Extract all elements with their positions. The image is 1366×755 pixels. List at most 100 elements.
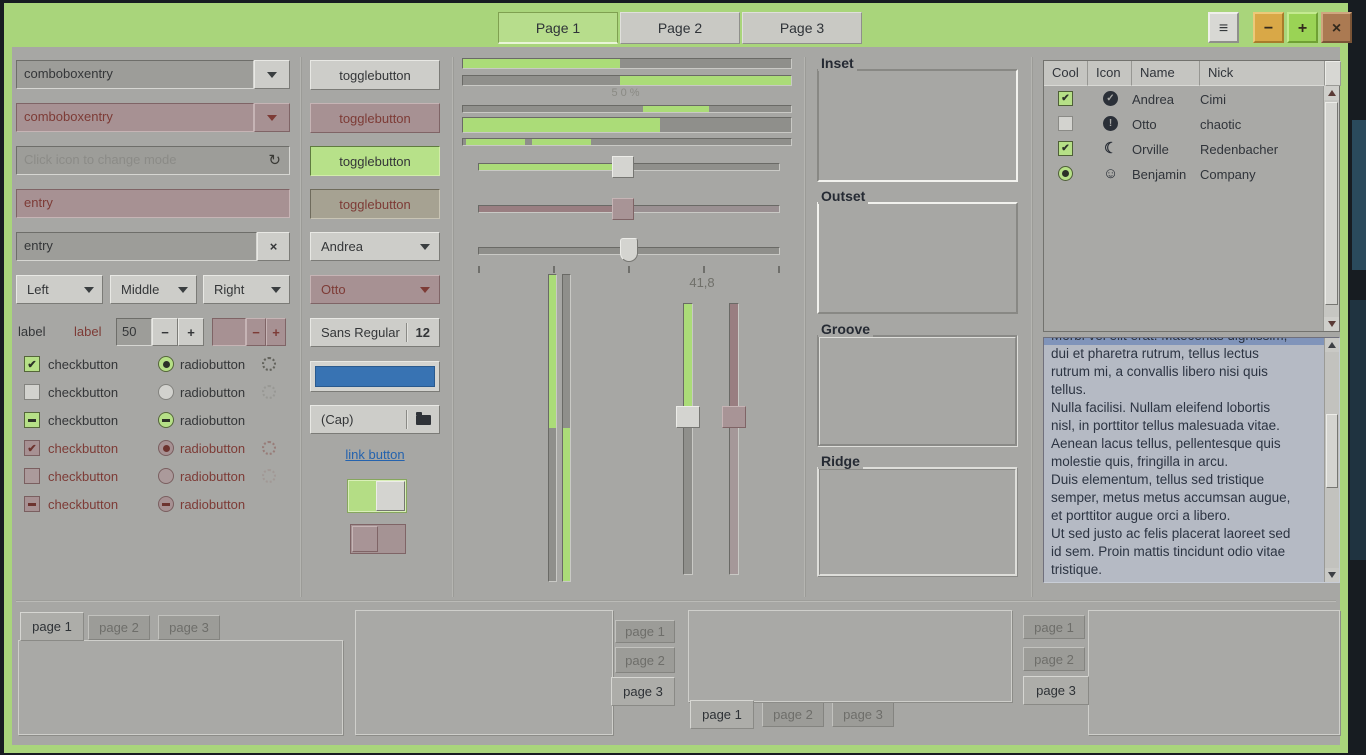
tree-cell-nick[interactable]: chaotic <box>1200 112 1241 137</box>
checkbox-unchecked[interactable] <box>24 384 40 400</box>
clear-entry-button[interactable]: × <box>257 232 290 261</box>
folder-icon <box>416 415 431 425</box>
vscale-disabled <box>722 303 746 575</box>
minimize-button[interactable]: − <box>1253 12 1284 43</box>
link-button[interactable]: link button <box>310 447 440 462</box>
titlebar-tab-page2[interactable]: Page 2 <box>620 12 740 44</box>
maximize-button[interactable]: + <box>1287 12 1318 43</box>
spinbutton-text: 50 <box>117 319 151 344</box>
text-line: dui et pharetra rutrum, tellus lectus <box>1044 345 1324 363</box>
plus-icon: + <box>187 325 195 340</box>
tree-cell-name[interactable]: Otto <box>1132 112 1157 137</box>
tree-column-header-nick[interactable]: Nick <box>1200 61 1325 86</box>
tree-cell-name[interactable]: Andrea <box>1132 87 1174 112</box>
comboboxentry-dropdown-button[interactable] <box>254 60 290 89</box>
radio-unselected[interactable] <box>158 384 174 400</box>
tree-radio-selected[interactable] <box>1058 166 1073 181</box>
hscale-marks[interactable] <box>478 238 780 262</box>
titlebar-tab-page3[interactable]: Page 3 <box>742 12 862 44</box>
treeview: Cool Icon Name Nick ✔ ✓ Andrea Cimi ! Ot… <box>1043 60 1340 332</box>
hscale-shield-knob[interactable] <box>620 238 638 262</box>
combobox-right[interactable]: Right <box>203 275 290 304</box>
checkbox-checked[interactable]: ✔ <box>24 356 40 372</box>
notebook1-tab-page3[interactable]: page 3 <box>158 615 220 640</box>
notebook3-tab-page1[interactable]: page 1 <box>690 700 754 729</box>
textview-scrollbar[interactable] <box>1324 338 1339 582</box>
tree-cell-name[interactable]: Benjamin <box>1132 162 1186 187</box>
desktop-fragment <box>1352 120 1366 270</box>
tree-column-header-cool[interactable]: Cool <box>1044 61 1088 86</box>
refresh-icon[interactable]: ↻ <box>268 151 281 169</box>
vscale[interactable] <box>676 303 700 575</box>
scroll-up-button[interactable] <box>1324 86 1339 100</box>
scroll-down-button[interactable] <box>1325 568 1339 582</box>
plus-icon: + <box>272 325 280 340</box>
tree-scrollbar-header <box>1325 61 1341 86</box>
entry-placeholder: Click icon to change mode <box>17 147 289 173</box>
file-chooser-button[interactable]: (Cap) <box>310 405 440 434</box>
notebook2-tab-page3[interactable]: page 3 <box>611 677 675 706</box>
entry-with-clear[interactable]: entry <box>16 232 257 261</box>
check-icon: ✔ <box>27 442 36 455</box>
tree-cell-name[interactable]: Orville <box>1132 137 1169 162</box>
tree-column-header-icon[interactable]: Icon <box>1088 61 1132 86</box>
spin-minus-button-disabled: − <box>246 318 266 346</box>
titlebar-tab-page1[interactable]: Page 1 <box>498 12 618 44</box>
menu-button[interactable]: ≡ <box>1208 12 1239 43</box>
notebook2-tab-page2[interactable]: page 2 <box>615 647 675 673</box>
progress-fill <box>466 139 525 145</box>
switch-on[interactable] <box>347 479 407 513</box>
color-button[interactable] <box>310 361 440 392</box>
font-button[interactable]: Sans Regular 12 <box>310 318 440 347</box>
tree-cell-nick[interactable]: Cimi <box>1200 87 1226 112</box>
hscale[interactable] <box>478 155 780 179</box>
vscale-value-label: 41,8 <box>652 275 752 290</box>
tree-column-header-name[interactable]: Name <box>1132 61 1200 86</box>
textview[interactable]: Morbi vel elit erat. Maecenas dignissim,… <box>1043 337 1340 583</box>
notebook2-tab-page1[interactable]: page 1 <box>615 620 675 643</box>
chevron-down-icon <box>420 287 430 293</box>
togglebutton-active[interactable]: togglebutton <box>310 146 440 176</box>
spinbutton-value[interactable]: 50 <box>116 318 152 346</box>
frame-ridge <box>817 467 1018 577</box>
combobox-value: Otto <box>311 282 420 297</box>
vscale-trough[interactable] <box>683 303 693 575</box>
spin-plus-button[interactable]: + <box>178 318 204 346</box>
scrollbar-thumb[interactable] <box>1326 414 1338 488</box>
tree-checkbox-unchecked[interactable] <box>1058 116 1073 131</box>
spin-minus-button[interactable]: − <box>152 318 178 346</box>
tree-cell-nick[interactable]: Company <box>1200 162 1256 187</box>
radiobutton-label-disabled: radiobutton <box>180 497 245 512</box>
combobox-left[interactable]: Left <box>16 275 103 304</box>
scroll-up-button[interactable] <box>1325 338 1339 352</box>
notebook3-tab-page2[interactable]: page 2 <box>762 702 824 727</box>
combobox-andrea[interactable]: Andrea <box>310 232 440 261</box>
radio-mixed[interactable] <box>158 412 174 428</box>
tree-checkbox-checked[interactable]: ✔ <box>1058 141 1073 156</box>
notebook3-tab-page3[interactable]: page 3 <box>832 702 894 727</box>
notebook4-tab-page1[interactable]: page 1 <box>1023 615 1085 639</box>
icon-entry[interactable]: Click icon to change mode ↻ <box>16 146 290 175</box>
comboboxentry-input[interactable]: comboboxentry <box>16 60 254 89</box>
notebook4-tab-page2[interactable]: page 2 <box>1023 647 1085 671</box>
check-icon: ✔ <box>27 358 36 371</box>
tree-cell-nick[interactable]: Redenbacher <box>1200 137 1278 162</box>
togglebutton-normal[interactable]: togglebutton <box>310 60 440 90</box>
scrollbar-thumb[interactable] <box>1325 102 1338 305</box>
titlebar[interactable]: Page 1 Page 2 Page 3 ≡ − + × <box>4 3 1348 47</box>
notebook4-tab-page3[interactable]: page 3 <box>1023 676 1089 705</box>
close-button[interactable]: × <box>1321 12 1352 43</box>
hscale-knob[interactable] <box>612 156 634 178</box>
radio-selected[interactable] <box>158 356 174 372</box>
vscale-knob[interactable] <box>676 406 700 428</box>
scroll-down-button[interactable] <box>1324 317 1339 331</box>
notebook1-tab-page1[interactable]: page 1 <box>20 612 84 641</box>
checkbox-mixed[interactable] <box>24 412 40 428</box>
combobox-middle[interactable]: Middle <box>110 275 197 304</box>
tree-scrollbar[interactable] <box>1323 86 1339 331</box>
notebook1-tab-page2[interactable]: page 2 <box>88 615 150 640</box>
switch-knob[interactable] <box>376 481 405 511</box>
radiobutton-label: radiobutton <box>180 357 245 372</box>
tree-checkbox-checked[interactable]: ✔ <box>1058 91 1073 106</box>
text-line: Nulla facilisi. Nullam eleifend lobortis <box>1044 399 1324 417</box>
